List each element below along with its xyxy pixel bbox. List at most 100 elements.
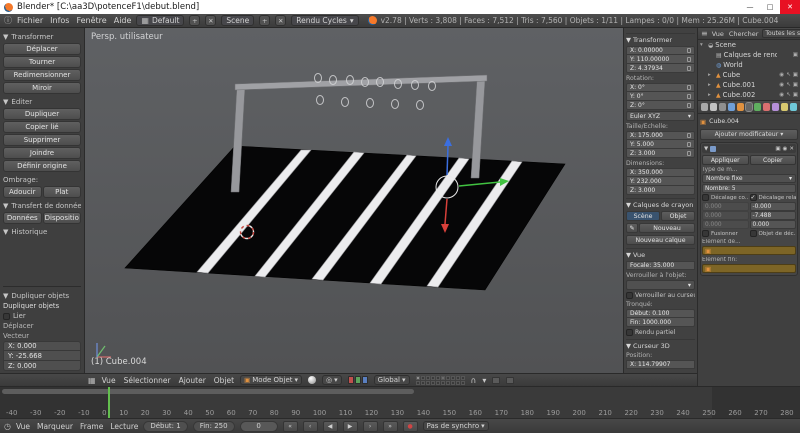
scale-manipulator-icon[interactable] — [362, 376, 368, 384]
link-checkbox[interactable]: Lier — [3, 312, 81, 320]
viewport-shading-icon[interactable] — [308, 376, 316, 384]
shading-button[interactable]: Adoucir — [3, 186, 42, 198]
visibility-toggle-icon[interactable]: ◉ — [779, 92, 784, 98]
add-modifier-dropdown[interactable]: Ajouter modificateur ▾ — [700, 129, 798, 140]
screen-layout-dropdown[interactable]: ▦ Default — [136, 15, 184, 26]
panel-header-editer[interactable]: ▼ Éditer — [3, 98, 81, 106]
data-transfer-button[interactable]: Données — [3, 212, 42, 224]
remove-layout-button[interactable]: ✕ — [205, 15, 216, 26]
scale-field[interactable]: X: 175.000 — [626, 131, 695, 140]
render-layers-tab[interactable] — [710, 103, 717, 111]
panel-header-historique[interactable]: ▼ Historique — [3, 228, 81, 236]
lock-object-selector[interactable]: ▾ — [626, 280, 695, 290]
modifier-visibility-toggle-icon[interactable]: ◉ — [783, 146, 788, 152]
lock-to-cursor-checkbox[interactable]: Verrouiller au curseur — [626, 292, 695, 299]
render-engine-dropdown[interactable]: Rendu Cycles ▾ — [291, 15, 358, 26]
panel-header-cursor3d[interactable]: ▼ Curseur 3D — [626, 339, 695, 350]
dimension-field[interactable]: Y: 232.000 — [626, 177, 695, 186]
texture-tab[interactable] — [772, 103, 779, 111]
gpencil-source-tab[interactable]: Objet — [661, 211, 695, 221]
new-layer-button[interactable]: Nouveau calque — [626, 235, 695, 245]
relative-offset-checkbox[interactable]: ✓ Décalage relatif — [750, 194, 797, 201]
lock-icon[interactable] — [687, 151, 691, 156]
render-toggle-icon[interactable]: ▣ — [793, 82, 798, 88]
play-reverse-button[interactable]: ◀ — [323, 421, 338, 432]
render-opengl-anim-icon[interactable] — [506, 377, 514, 384]
minimize-button[interactable]: — — [740, 0, 760, 14]
render-opengl-icon[interactable] — [492, 377, 500, 384]
operator-panel-header[interactable]: ▼ Dupliquer objets — [3, 292, 81, 300]
timeline[interactable]: -40-30-20-100102030405060708090100110120… — [0, 386, 800, 418]
mode-dropdown[interactable]: ▣ Mode Objet ▾ — [240, 375, 302, 385]
tool-button[interactable]: Dupliquer — [3, 108, 81, 120]
relative-offset-field[interactable]: -7.488 — [750, 211, 797, 220]
viewport-menu-item[interactable]: Objet — [214, 376, 234, 385]
tool-button[interactable]: Déplacer — [3, 43, 81, 55]
current-frame-field[interactable]: 0 — [240, 421, 278, 432]
material-tab[interactable] — [763, 103, 770, 111]
expander-icon[interactable]: ▾ — [700, 42, 706, 48]
outliner-item[interactable]: ▸ ▲ Cube ◉ ↖ ▣ — [698, 70, 800, 80]
lock-icon[interactable] — [687, 66, 691, 71]
lock-icon[interactable] — [687, 85, 691, 90]
panel-header-transfert[interactable]: ▼ Transfert de données — [3, 202, 81, 210]
selectability-toggle-icon[interactable]: ↖ — [786, 72, 791, 78]
gpencil-new-button[interactable]: Nouveau — [639, 223, 695, 233]
world-tab[interactable] — [728, 103, 735, 111]
outliner-item[interactable]: ▾ ◒ Scene ◉ ↖ ▣ — [698, 40, 800, 50]
viewport-3d[interactable]: Persp. utilisateur (1) Cube.004 — [85, 28, 623, 373]
rotation-mode-dropdown[interactable]: Euler XYZ▾ — [626, 111, 695, 121]
outliner-item[interactable]: ▤ Calques de rendu ◉ ↖ ▣ — [698, 50, 800, 60]
clip-end-field[interactable]: Fin: 1000.000 — [626, 318, 695, 327]
selectability-toggle-icon[interactable]: ↖ — [786, 82, 791, 88]
object-tab[interactable] — [737, 103, 744, 111]
expander-icon[interactable]: ▸ — [708, 72, 714, 78]
jump-to-start-button[interactable]: « — [283, 421, 298, 432]
rotation-field[interactable]: Z: 0° — [626, 101, 695, 110]
clip-start-field[interactable]: Début: 0.100 — [626, 309, 695, 318]
object-data-tab[interactable] — [754, 103, 761, 111]
menu-item[interactable]: Fenêtre — [76, 16, 106, 25]
shading-button[interactable]: Plat — [43, 186, 82, 198]
apply-button[interactable]: Appliquer — [702, 155, 749, 165]
timeline-scrollbar[interactable] — [2, 389, 414, 394]
rotate-manipulator-icon[interactable] — [355, 376, 361, 384]
close-button[interactable]: ✕ — [780, 0, 800, 14]
lock-icon[interactable] — [687, 133, 691, 138]
translate-manipulator-icon[interactable] — [348, 376, 354, 384]
vector-field[interactable]: Y: -25.668 — [3, 351, 81, 361]
rotation-field[interactable]: Y: 0° — [626, 92, 695, 101]
add-scene-button[interactable]: + — [259, 15, 270, 26]
relative-offset-field[interactable]: -0.000 — [750, 202, 797, 211]
panel-header-gpencil[interactable]: ▼ Calques de crayon gr... — [626, 198, 695, 209]
merge-checkbox[interactable]: Fusionner — [702, 230, 749, 237]
expander-icon[interactable]: ▸ — [708, 82, 714, 88]
modifier-render-toggle-icon[interactable]: ▣ — [775, 146, 780, 152]
snap-magnet-icon[interactable]: ∩ — [471, 376, 477, 385]
lock-icon[interactable] — [687, 103, 691, 108]
pivot-dropdown[interactable]: ◎ ▾ — [322, 375, 342, 385]
position-field[interactable]: X: 0.00000 — [626, 46, 695, 55]
particles-tab[interactable] — [781, 103, 788, 111]
cursor-x-field[interactable]: X: 114.79907 — [626, 360, 695, 369]
scene-tab[interactable] — [719, 103, 726, 111]
tool-button[interactable]: Définir origine — [3, 160, 81, 172]
timeline-editor-icon[interactable]: ◷ — [4, 422, 11, 431]
physics-tab[interactable] — [790, 103, 797, 111]
add-layout-button[interactable]: + — [189, 15, 200, 26]
selectability-toggle-icon[interactable]: ↖ — [786, 92, 791, 98]
current-frame-cursor[interactable] — [108, 387, 110, 418]
vector-field[interactable]: Z: 0.000 — [3, 361, 81, 371]
layers-widget[interactable] — [416, 376, 465, 385]
modifier-delete-icon[interactable]: ✕ — [789, 146, 794, 152]
timeline-menu-item[interactable]: Marqueur — [37, 422, 73, 431]
dimension-field[interactable]: X: 350.000 — [626, 168, 695, 177]
info-editor-icon[interactable]: ⓘ — [4, 15, 12, 26]
visibility-toggle-icon[interactable]: ◉ — [779, 72, 784, 78]
panel-header-transformer[interactable]: ▼ Transformer — [3, 33, 81, 41]
object-offset-checkbox[interactable]: Objet de déc... — [750, 230, 797, 237]
data-transfer-button[interactable]: Dispositio — [43, 212, 82, 224]
breadcrumb-object-name[interactable]: Cube.004 — [709, 118, 739, 125]
outliner-item[interactable]: ▸ ▲ Cube.001 ◉ ↖ ▣ — [698, 80, 800, 90]
tool-button[interactable]: Redimensionner — [3, 69, 81, 81]
